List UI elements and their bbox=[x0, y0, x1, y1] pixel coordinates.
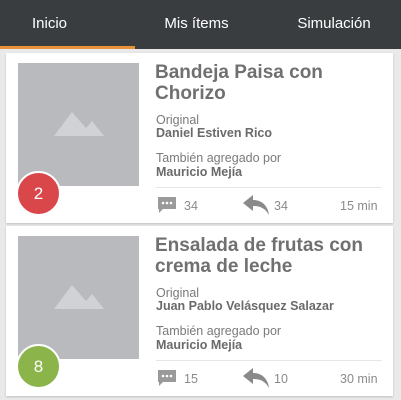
feed-card[interactable]: 8 Ensalada de frutas con crema de leche … bbox=[6, 226, 393, 396]
also-added-label: También agregado por bbox=[156, 324, 282, 338]
reply-icon[interactable] bbox=[242, 367, 270, 389]
item-thumbnail bbox=[18, 236, 139, 359]
time-ago: 15 min bbox=[340, 199, 378, 213]
tab-inicio[interactable]: Inicio bbox=[0, 0, 99, 49]
item-title[interactable]: Ensalada de frutas con crema de leche bbox=[155, 235, 385, 277]
original-author[interactable]: Daniel Estiven Rico bbox=[156, 126, 272, 140]
original-label: Original bbox=[156, 286, 200, 300]
image-placeholder-icon bbox=[54, 285, 104, 309]
time-ago: 30 min bbox=[340, 372, 378, 386]
count-badge: 8 bbox=[16, 344, 61, 389]
tab-simulacion[interactable]: Simulación bbox=[288, 0, 380, 49]
also-added-by[interactable]: Mauricio Mejía bbox=[156, 165, 242, 179]
item-thumbnail bbox=[18, 63, 139, 186]
active-tab-indicator bbox=[0, 46, 135, 49]
divider bbox=[156, 187, 382, 188]
comment-icon[interactable] bbox=[157, 196, 177, 215]
original-label: Original bbox=[156, 113, 200, 127]
also-added-label: También agregado por bbox=[156, 151, 282, 165]
image-placeholder-icon bbox=[54, 112, 104, 136]
also-added-by[interactable]: Mauricio Mejía bbox=[156, 338, 242, 352]
comment-count: 15 bbox=[184, 372, 198, 386]
original-author[interactable]: Juan Pablo Velásquez Salazar bbox=[156, 299, 334, 313]
tab-mis-items[interactable]: Mis ítems bbox=[130, 0, 263, 49]
divider bbox=[156, 360, 382, 361]
share-count: 34 bbox=[274, 199, 288, 213]
item-title[interactable]: Bandeja Paisa con Chorizo bbox=[155, 62, 385, 104]
reply-icon[interactable] bbox=[242, 194, 270, 216]
feed-card[interactable]: 2 Bandeja Paisa con Chorizo Original Dan… bbox=[6, 53, 393, 223]
comment-count: 34 bbox=[184, 199, 198, 213]
comment-icon[interactable] bbox=[157, 369, 177, 388]
count-badge: 2 bbox=[16, 171, 61, 216]
tab-bar: Inicio Mis ítems Simulación bbox=[0, 0, 401, 49]
share-count: 10 bbox=[274, 372, 288, 386]
